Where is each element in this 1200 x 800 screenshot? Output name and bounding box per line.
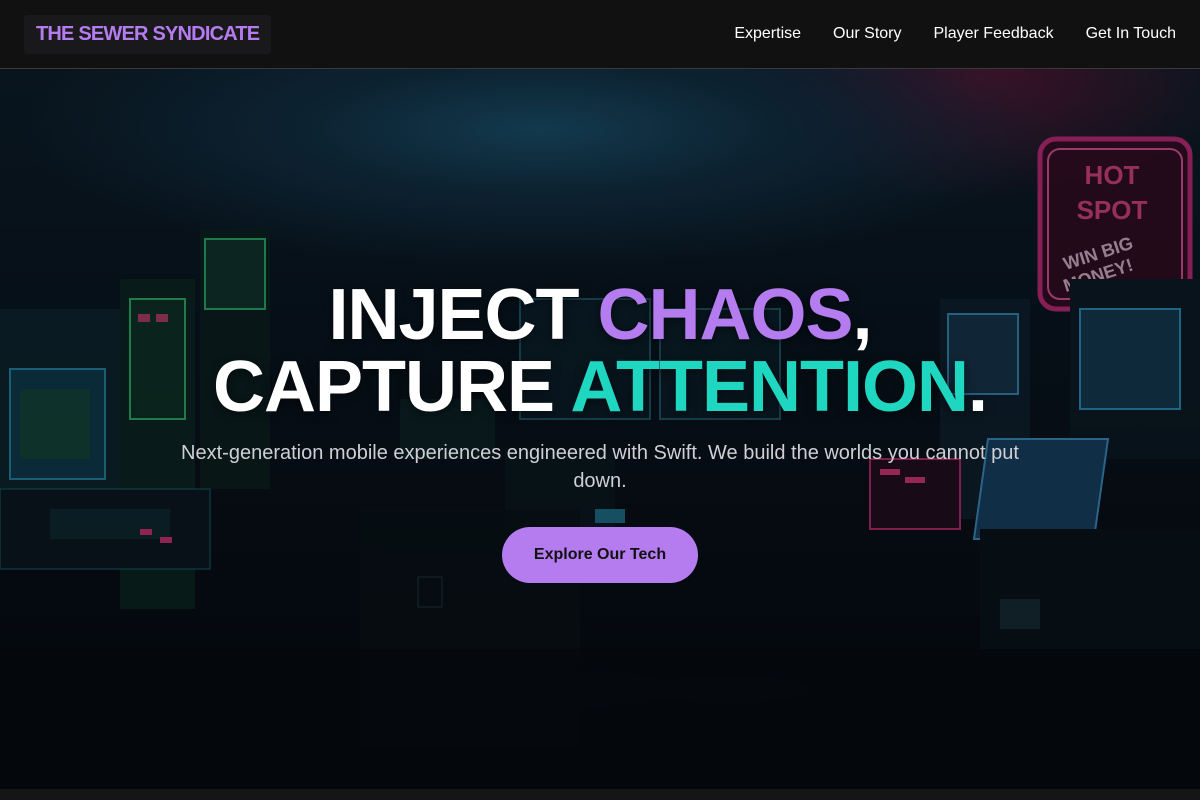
nav-link-expertise[interactable]: Expertise	[734, 25, 801, 43]
hero-content: INJECT CHAOS, CAPTURE ATTENTION. Next-ge…	[0, 279, 1200, 583]
nav-links: Expertise Our Story Player Feedback Get …	[734, 25, 1176, 43]
brand-logo[interactable]: THE SEWER SYNDICATE	[24, 14, 272, 54]
headline-word-capture: CAPTURE	[213, 347, 571, 427]
top-navbar: THE SEWER SYNDICATE Expertise Our Story …	[0, 0, 1200, 69]
nav-link-player-feedback[interactable]: Player Feedback	[934, 25, 1054, 43]
headline-word-chaos: CHAOS	[597, 275, 854, 355]
next-section-edge	[0, 789, 1200, 800]
headline-line-1: INJECT CHAOS,	[328, 275, 873, 355]
explore-tech-button[interactable]: Explore Our Tech	[501, 527, 699, 583]
headline-period: .	[967, 347, 988, 427]
nav-link-our-story[interactable]: Our Story	[833, 25, 901, 43]
hero-headline: INJECT CHAOS, CAPTURE ATTENTION.	[0, 279, 1200, 423]
headline-line-2: CAPTURE ATTENTION.	[213, 347, 988, 427]
hero-subtitle: Next-generation mobile experiences engin…	[181, 442, 1019, 492]
nav-link-get-in-touch[interactable]: Get In Touch	[1086, 25, 1176, 43]
hero-section: HOT SPOT WIN BIG MONEY! INJECT CHAOS, CA…	[0, 69, 1200, 789]
headline-word-inject: INJECT	[328, 275, 598, 355]
headline-word-attention: ATTENTION	[570, 347, 969, 427]
headline-comma: ,	[852, 275, 873, 355]
